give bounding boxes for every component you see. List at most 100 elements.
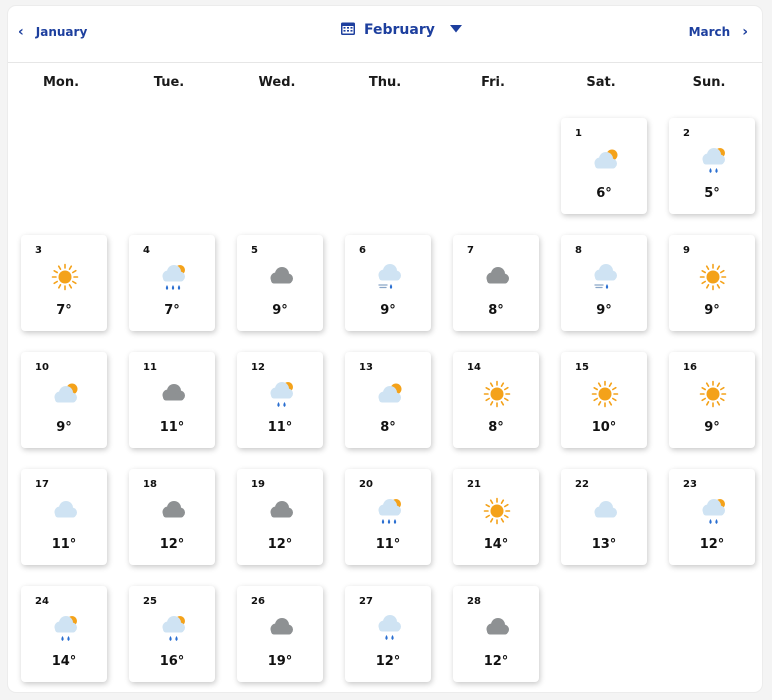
day-card[interactable]: 15 10° (561, 352, 647, 448)
day-number: 26 (251, 596, 265, 607)
partly-cloudy-rain-icon (265, 378, 297, 410)
cloud-wind-rain-icon (589, 261, 621, 293)
light-cloud-icon (49, 495, 81, 527)
day-card[interactable]: 28 12° (453, 586, 539, 682)
day-number: 2 (683, 128, 690, 139)
day-card[interactable]: 26 19° (237, 586, 323, 682)
chevron-left-icon: ‹ (18, 24, 24, 40)
day-number: 16 (683, 362, 697, 373)
day-temperature: 16° (159, 654, 185, 669)
partly-cloudy-rain-icon (697, 144, 729, 176)
day-card[interactable]: 6 9° (345, 235, 431, 331)
day-number: 15 (575, 362, 589, 373)
day-card[interactable]: 19 12° (237, 469, 323, 565)
day-temperature: 11° (159, 420, 185, 435)
day-temperature: 11° (267, 420, 293, 435)
overcast-cloud-icon (157, 495, 189, 527)
sun-icon (481, 495, 513, 527)
day-card[interactable]: 12 11° (237, 352, 323, 448)
day-card[interactable]: 21 14° (453, 469, 539, 565)
calendar-icon (340, 20, 356, 40)
day-number: 7 (467, 245, 474, 256)
day-card[interactable]: 20 11° (345, 469, 431, 565)
day-temperature: 8° (488, 303, 504, 318)
day-card[interactable]: 25 16° (129, 586, 215, 682)
previous-month-link[interactable]: ‹ January (18, 24, 87, 40)
weekday-label: Thu. (368, 75, 402, 90)
day-number: 20 (359, 479, 373, 490)
day-temperature: 5° (704, 186, 720, 201)
partly-cloudy-heavy-rain-icon (157, 261, 189, 293)
cloud-rain-icon (373, 612, 405, 644)
day-card[interactable]: 3 7° (21, 235, 107, 331)
day-card[interactable]: 22 13° (561, 469, 647, 565)
day-temperature: 9° (272, 303, 288, 318)
partly-cloudy-icon (373, 378, 405, 410)
current-month-label: February (364, 22, 435, 38)
day-card[interactable]: 1 6° (561, 118, 647, 214)
weekday-label: Tue. (153, 75, 185, 90)
sun-icon (697, 261, 729, 293)
day-card[interactable]: 13 8° (345, 352, 431, 448)
day-card[interactable]: 7 8° (453, 235, 539, 331)
day-card[interactable]: 16 9° (669, 352, 755, 448)
chevron-right-icon: › (742, 24, 748, 40)
day-card[interactable]: 14 8° (453, 352, 539, 448)
day-temperature: 8° (380, 420, 396, 435)
day-card[interactable]: 4 7° (129, 235, 215, 331)
day-temperature: 14° (51, 654, 77, 669)
day-number: 27 (359, 596, 373, 607)
day-number: 5 (251, 245, 258, 256)
partly-cloudy-heavy-rain-icon (373, 495, 405, 527)
month-select[interactable]: February (340, 20, 463, 40)
day-temperature: 12° (375, 654, 401, 669)
previous-month-label: January (35, 25, 88, 39)
day-temperature: 12° (267, 537, 293, 552)
day-temperature: 12° (699, 537, 725, 552)
day-number: 4 (143, 245, 150, 256)
sun-icon (481, 378, 513, 410)
day-card[interactable]: 10 9° (21, 352, 107, 448)
day-number: 24 (35, 596, 49, 607)
weekday-label: Sat. (586, 75, 616, 90)
weather-calendar: ‹ January February March › Mon. Tue. Wed… (8, 6, 762, 692)
day-card[interactable]: 11 11° (129, 352, 215, 448)
day-number: 8 (575, 245, 582, 256)
day-card[interactable]: 24 14° (21, 586, 107, 682)
partly-cloudy-icon (49, 378, 81, 410)
overcast-cloud-icon (265, 612, 297, 644)
day-number: 13 (359, 362, 373, 373)
day-number: 11 (143, 362, 157, 373)
day-card[interactable]: 17 11° (21, 469, 107, 565)
overcast-cloud-icon (481, 261, 513, 293)
day-number: 10 (35, 362, 49, 373)
next-month-label: March (688, 25, 731, 39)
day-number: 14 (467, 362, 481, 373)
day-temperature: 7° (164, 303, 180, 318)
month-navigation: ‹ January February March › (8, 6, 762, 63)
light-cloud-icon (589, 495, 621, 527)
day-temperature: 9° (596, 303, 612, 318)
partly-cloudy-icon (589, 144, 621, 176)
day-temperature: 9° (704, 420, 720, 435)
day-temperature: 14° (483, 537, 509, 552)
day-number: 1 (575, 128, 582, 139)
overcast-cloud-icon (265, 495, 297, 527)
overcast-cloud-icon (265, 261, 297, 293)
day-card[interactable]: 27 12° (345, 586, 431, 682)
day-card[interactable]: 5 9° (237, 235, 323, 331)
day-card[interactable]: 23 12° (669, 469, 755, 565)
overcast-cloud-icon (157, 378, 189, 410)
day-number: 17 (35, 479, 49, 490)
day-card[interactable]: 9 9° (669, 235, 755, 331)
caret-down-icon (449, 22, 463, 38)
day-card[interactable]: 18 12° (129, 469, 215, 565)
day-number: 6 (359, 245, 366, 256)
next-month-link[interactable]: March › (689, 24, 748, 40)
partly-cloudy-rain-icon (157, 612, 189, 644)
day-card[interactable]: 2 5° (669, 118, 755, 214)
day-number: 19 (251, 479, 265, 490)
day-temperature: 10° (591, 420, 617, 435)
day-card[interactable]: 8 9° (561, 235, 647, 331)
overcast-cloud-icon (481, 612, 513, 644)
